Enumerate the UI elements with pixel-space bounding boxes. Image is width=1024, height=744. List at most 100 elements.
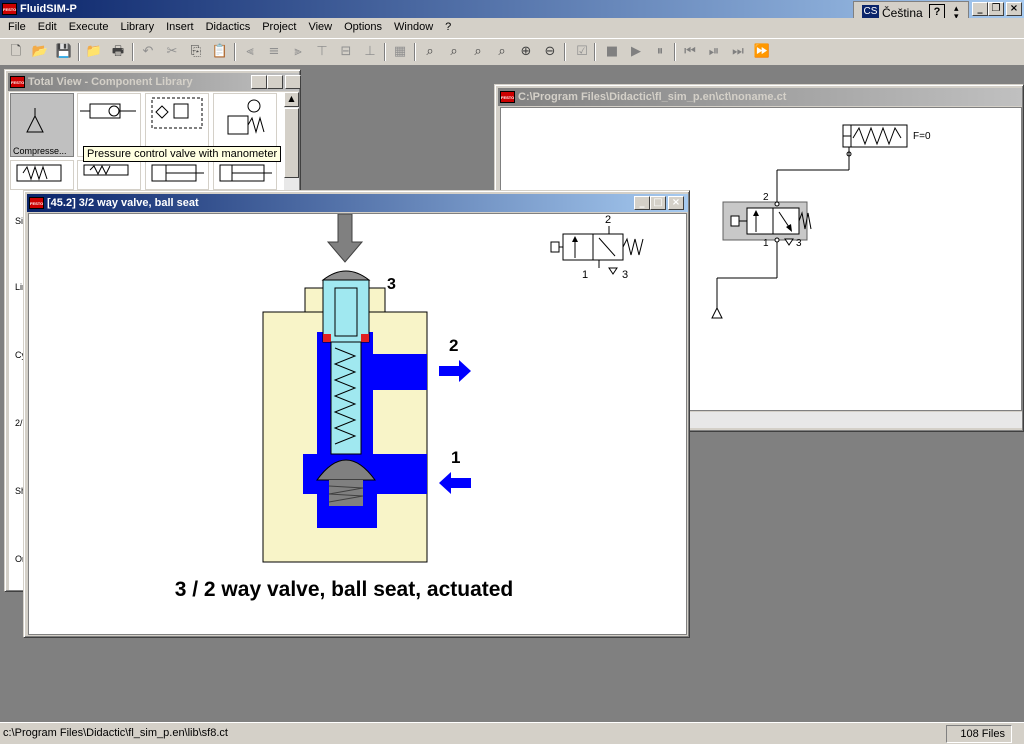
zoom-in-icon[interactable]: ⊕ bbox=[516, 42, 536, 62]
app-logo-icon: FESTO bbox=[2, 3, 17, 15]
zoom-area-icon[interactable]: ⌕ bbox=[492, 42, 512, 62]
library-item-cylinder-4[interactable] bbox=[213, 160, 277, 190]
library-item-compressor[interactable]: Compresse... bbox=[10, 93, 74, 157]
separator bbox=[132, 43, 134, 61]
menu-didactics[interactable]: Didactics bbox=[200, 18, 257, 37]
zoom-window-icon[interactable]: ⌕ bbox=[444, 42, 464, 62]
valve-port-1-label: 1 bbox=[451, 448, 461, 467]
scroll-thumb[interactable] bbox=[284, 108, 299, 178]
service-unit-icon bbox=[151, 97, 203, 129]
minimize-icon[interactable]: _ bbox=[634, 196, 650, 210]
statusbar: c:\Program Files\Didactic\fl_sim_p.en\li… bbox=[0, 722, 1024, 744]
cylinder-icon bbox=[16, 164, 62, 182]
reset-icon[interactable]: ⏮ bbox=[680, 42, 700, 62]
valve-port-3-label: 3 bbox=[387, 276, 396, 293]
zoom-previous-icon[interactable]: ⌕ bbox=[468, 42, 488, 62]
separator bbox=[414, 43, 416, 61]
festo-logo-icon: FESTO bbox=[10, 76, 25, 88]
pause-icon[interactable]: ⏸ bbox=[650, 42, 670, 62]
check-icon[interactable]: ☑ bbox=[572, 42, 592, 62]
toolbar: 🗋 📂 💾 📁 🖶 ↶ ✂ ⎘ 📋 ⫷ ≡ ⫸ ⊤ ⊟ ⊥ ▦ ⌕ ⌕ ⌕ ⌕ … bbox=[0, 38, 1024, 66]
zoom-fit-icon[interactable]: ⌕ bbox=[420, 42, 440, 62]
library-window-title: Total View - Component Library bbox=[28, 76, 193, 88]
align-right-icon[interactable]: ⫸ bbox=[288, 42, 308, 62]
restore-icon[interactable]: ❐ bbox=[988, 2, 1004, 16]
align-top-icon[interactable]: ⊤ bbox=[312, 42, 332, 62]
minimize-icon[interactable]: _ bbox=[251, 75, 267, 89]
maximize-icon[interactable]: □ bbox=[650, 196, 666, 210]
cut-icon[interactable]: ✂ bbox=[162, 42, 182, 62]
open-example-icon[interactable]: 📁 bbox=[84, 42, 104, 62]
menu-window[interactable]: Window bbox=[388, 18, 439, 37]
menu-insert[interactable]: Insert bbox=[160, 18, 200, 37]
language-code: CS bbox=[862, 5, 879, 19]
app-window-controls: _ ❐ × bbox=[972, 2, 1022, 16]
menu-library[interactable]: Library bbox=[114, 18, 160, 37]
festo-logo-icon: FESTO bbox=[500, 91, 515, 103]
menu-execute[interactable]: Execute bbox=[63, 18, 115, 37]
library-section-label: 2/ bbox=[15, 418, 23, 428]
circuit-window-title: C:\Program Files\Didactic\fl_sim_p.en\ct… bbox=[518, 91, 787, 103]
menu-file[interactable]: File bbox=[2, 18, 32, 37]
separator bbox=[564, 43, 566, 61]
separator bbox=[78, 43, 80, 61]
menu-options[interactable]: Options bbox=[338, 18, 388, 37]
didactic-window-titlebar[interactable]: FESTO [45.2] 3/2 way valve, ball seat _ … bbox=[27, 194, 688, 212]
step-icon[interactable]: ⏯ bbox=[704, 42, 724, 62]
minimize-icon[interactable]: _ bbox=[972, 2, 988, 16]
align-bottom-icon[interactable]: ⊥ bbox=[360, 42, 380, 62]
close-icon[interactable]: × bbox=[285, 75, 301, 89]
fast-forward-icon[interactable]: ⏩ bbox=[752, 42, 772, 62]
undo-icon[interactable]: ↶ bbox=[138, 42, 158, 62]
paste-icon[interactable]: 📋 bbox=[210, 42, 230, 62]
valve-caption: 3 / 2 way valve, ball seat, actuated bbox=[174, 578, 514, 601]
close-icon[interactable]: × bbox=[668, 196, 684, 210]
status-files: 108 Files bbox=[960, 728, 1005, 740]
copy-icon[interactable]: ⎘ bbox=[186, 42, 206, 62]
library-item-cylinder-1[interactable] bbox=[10, 160, 74, 190]
menubar: File Edit Execute Library Insert Didactics Pro… bbox=[0, 18, 1024, 38]
didactic-content: 3 2 1 2 1 3 3 / 2 way valve, ball seat, … bbox=[28, 213, 687, 635]
pressure-valve-icon bbox=[227, 99, 265, 135]
circuit-window-titlebar[interactable]: FESTO C:\Program Files\Didactic\fl_sim_p… bbox=[498, 88, 1022, 106]
cylinder-icon bbox=[151, 164, 204, 182]
separator bbox=[384, 43, 386, 61]
didactic-window-title: [45.2] 3/2 way valve, ball seat bbox=[47, 197, 199, 209]
maximize-icon[interactable]: □ bbox=[267, 75, 283, 89]
align-left-icon[interactable]: ⫷ bbox=[240, 42, 260, 62]
step-forward-icon[interactable]: ⏭ bbox=[728, 42, 748, 62]
menu-view[interactable]: View bbox=[302, 18, 338, 37]
zoom-out-icon[interactable]: ⊖ bbox=[540, 42, 560, 62]
festo-logo-icon: FESTO bbox=[29, 197, 44, 209]
grid-icon[interactable]: ▦ bbox=[390, 42, 410, 62]
open-icon[interactable]: 📂 bbox=[30, 42, 50, 62]
align-center-icon[interactable]: ≡ bbox=[264, 42, 284, 62]
library-item-label: Compresse... bbox=[13, 146, 67, 156]
symbol-port-3-label: 3 bbox=[622, 269, 629, 281]
new-icon[interactable]: 🗋 bbox=[6, 42, 26, 62]
separator bbox=[594, 43, 596, 61]
menu-help[interactable]: ? bbox=[439, 18, 457, 37]
didactic-window: FESTO [45.2] 3/2 way valve, ball seat _ … bbox=[23, 190, 690, 638]
menu-edit[interactable]: Edit bbox=[32, 18, 63, 37]
library-tooltip: Pressure control valve with manometer bbox=[83, 146, 282, 162]
compressor-icon bbox=[26, 108, 44, 133]
library-section-label: Si bbox=[15, 216, 24, 226]
close-icon[interactable]: × bbox=[1006, 2, 1022, 16]
scroll-up-icon[interactable]: ▲ bbox=[284, 92, 299, 107]
library-window-titlebar[interactable]: FESTO Total View - Component Library _ □… bbox=[8, 73, 301, 91]
align-middle-icon[interactable]: ⊟ bbox=[336, 42, 356, 62]
library-item-cylinder-3[interactable] bbox=[145, 160, 209, 190]
print-icon[interactable]: 🖶 bbox=[108, 42, 128, 62]
library-item-cylinder-2[interactable] bbox=[77, 160, 141, 190]
save-icon[interactable]: 💾 bbox=[54, 42, 74, 62]
menu-project[interactable]: Project bbox=[256, 18, 302, 37]
symbol-port-1-label: 1 bbox=[582, 269, 589, 281]
stop-icon[interactable]: ■ bbox=[602, 42, 622, 62]
filter-gauge-icon bbox=[80, 103, 136, 119]
valve-port-3-label: 3 bbox=[796, 238, 802, 249]
cylinder-icon bbox=[83, 164, 129, 176]
play-icon[interactable]: ▶ bbox=[626, 42, 646, 62]
mdi-controls bbox=[1003, 22, 1019, 36]
valve-port-1-label: 1 bbox=[763, 238, 769, 249]
